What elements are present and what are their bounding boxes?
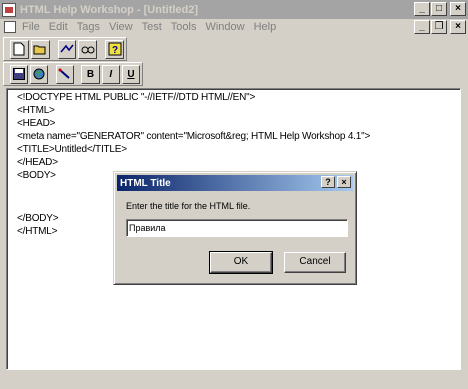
html-title-dialog: HTML Title ? × Enter the title for the H… [113, 171, 357, 285]
title-bar: HTML Help Workshop - [Untitled2] _ □ × [0, 0, 468, 19]
menu-test[interactable]: Test [142, 21, 162, 33]
help-icon[interactable]: ? [105, 39, 124, 59]
code-line: <!DOCTYPE HTML PUBLIC "-//IETF//DTD HTML… [17, 92, 256, 103]
code-line: <HEAD> [17, 118, 56, 129]
title-input[interactable] [126, 219, 348, 237]
menu-view[interactable]: View [109, 21, 133, 33]
code-line: </BODY> [17, 213, 59, 224]
menu-tools[interactable]: Tools [171, 21, 197, 33]
code-line: <BODY> [17, 170, 56, 181]
doc-close-button[interactable]: × [450, 20, 466, 34]
save-icon[interactable] [10, 64, 29, 84]
svg-text:?: ? [112, 45, 118, 56]
italic-button[interactable]: I [101, 64, 120, 84]
code-line: <HTML> [17, 105, 55, 116]
menu-tags[interactable]: Tags [77, 21, 100, 33]
doc-restore-button[interactable]: ❐ [431, 20, 447, 34]
compile-icon[interactable] [57, 39, 77, 59]
standard-toolbar: ? [3, 37, 127, 61]
dialog-title: HTML Title [120, 177, 171, 189]
wizard-icon[interactable] [55, 64, 75, 84]
menu-help[interactable]: Help [254, 21, 277, 33]
dialog-help-button[interactable]: ? [321, 176, 335, 188]
open-folder-icon[interactable] [30, 39, 50, 59]
menu-bar: File Edit Tags View Test Tools Window He… [0, 19, 468, 35]
ok-button[interactable]: OK [209, 251, 273, 274]
format-toolbar: B I U [3, 62, 143, 86]
cancel-button[interactable]: Cancel [284, 252, 346, 273]
minimize-button[interactable]: _ [414, 2, 430, 16]
underline-button[interactable]: U [121, 64, 141, 84]
bold-button[interactable]: B [81, 64, 100, 84]
menu-file[interactable]: File [22, 21, 40, 33]
document-icon[interactable] [4, 21, 16, 33]
dialog-prompt: Enter the title for the HTML file. [126, 201, 251, 211]
view-compiled-icon[interactable] [78, 39, 98, 59]
menu-edit[interactable]: Edit [49, 21, 68, 33]
dialog-title-bar: HTML Title ? × [117, 175, 353, 191]
status-bar [6, 373, 461, 385]
window-title: HTML Help Workshop - [Untitled2] [20, 3, 199, 16]
app-icon[interactable] [2, 2, 16, 17]
maximize-button[interactable]: □ [431, 2, 447, 16]
code-line: </HEAD> [17, 157, 58, 168]
globe-icon[interactable] [30, 64, 49, 84]
doc-minimize-button[interactable]: _ [414, 20, 430, 34]
menu-window[interactable]: Window [205, 21, 244, 33]
code-line: </HTML> [17, 226, 58, 237]
new-file-icon[interactable] [10, 39, 29, 59]
code-line: <meta name="GENERATOR" content="Microsof… [17, 131, 371, 142]
close-button[interactable]: × [450, 2, 466, 16]
dialog-close-button[interactable]: × [337, 176, 351, 188]
code-line: <TITLE>Untitled</TITLE> [17, 144, 127, 155]
